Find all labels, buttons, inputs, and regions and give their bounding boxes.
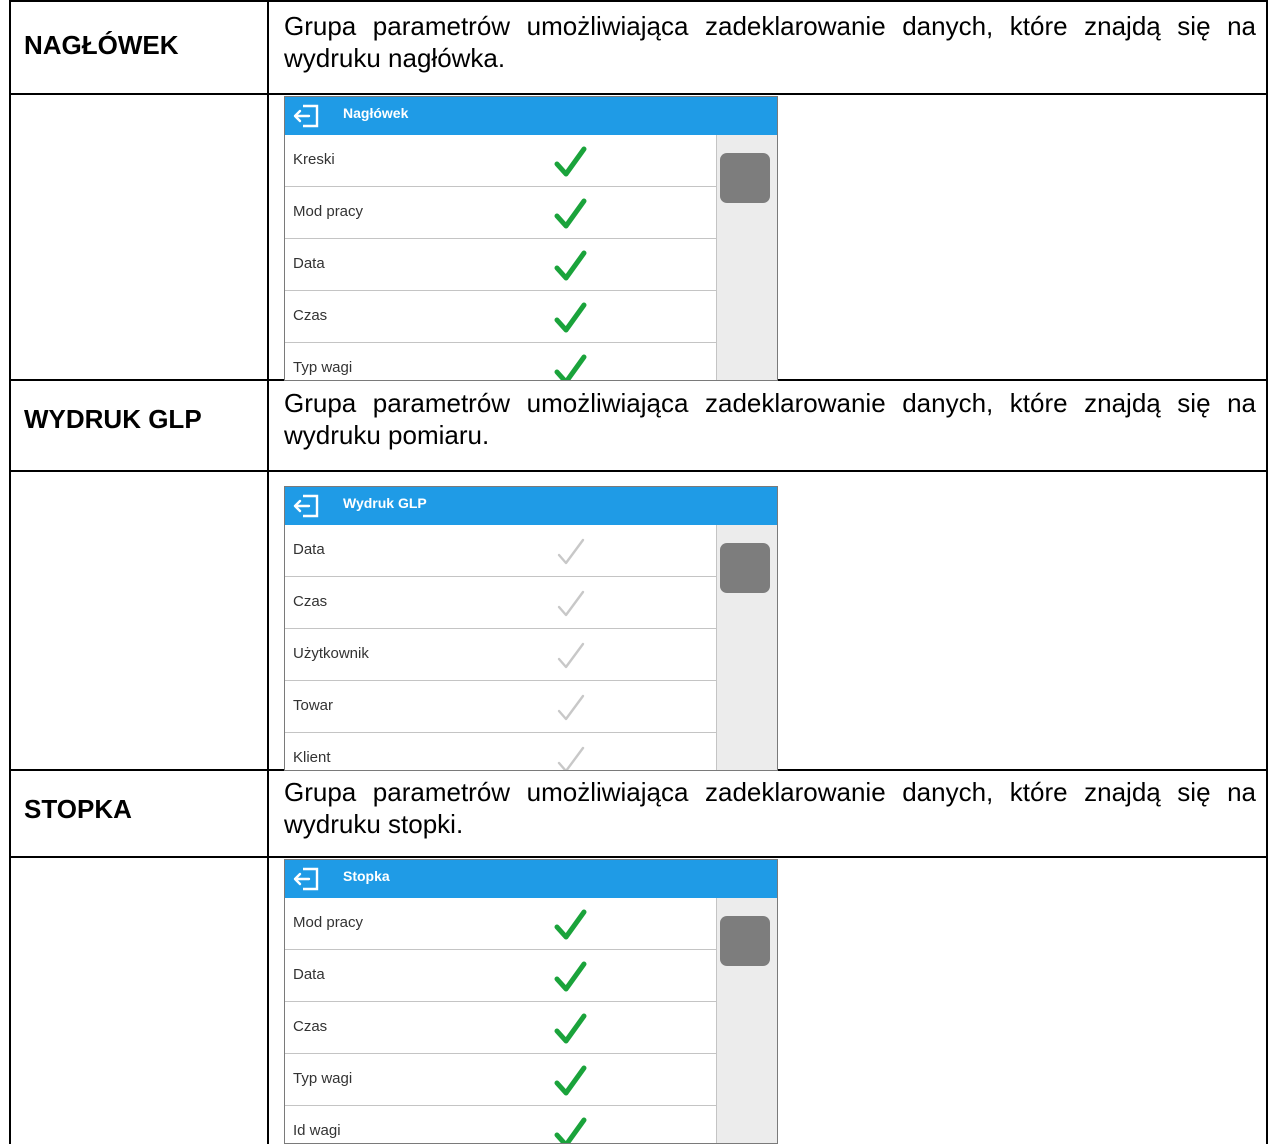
settings-row[interactable]: Typ wagi [285, 1054, 716, 1106]
scrollbar-thumb[interactable] [720, 153, 770, 203]
check-icon[interactable] [553, 587, 587, 621]
screen-naglowek: Nagłówek Kreski Mod pracy Data Czas Typ … [284, 96, 778, 381]
settings-row[interactable]: Klient [285, 733, 716, 771]
table-column-divider [267, 0, 269, 1144]
settings-row-label: Id wagi [293, 1122, 341, 1139]
settings-row[interactable]: Czas [285, 577, 716, 629]
settings-row[interactable]: Data [285, 950, 716, 1002]
settings-row-label: Użytkownik [293, 645, 369, 662]
check-icon[interactable] [553, 960, 587, 994]
settings-row[interactable]: Czas [285, 1002, 716, 1054]
settings-row-label: Data [293, 541, 325, 558]
check-icon[interactable] [553, 691, 587, 725]
settings-row-label: Czas [293, 1018, 328, 1035]
settings-row[interactable]: Mod pracy [285, 898, 716, 950]
settings-row-label: Typ wagi [293, 1070, 353, 1087]
section-label-naglowek: NAGŁÓWEK [24, 30, 179, 60]
check-icon[interactable] [553, 1064, 587, 1098]
settings-list: Kreski Mod pracy Data Czas Typ wagi [285, 135, 716, 381]
settings-row-label: Data [293, 966, 325, 983]
section-description-stopka: Grupa parametrów umożliwiająca zadeklaro… [284, 777, 1256, 839]
screen-titlebar: Nagłówek [285, 97, 777, 135]
section-label-wydruk-glp: WYDRUK GLP [24, 404, 202, 434]
settings-row-label: Data [293, 255, 325, 272]
table-row-divider [9, 856, 1268, 858]
screen-title: Stopka [343, 868, 390, 884]
settings-row[interactable]: Id wagi [285, 1106, 716, 1144]
screen-titlebar: Stopka [285, 860, 777, 898]
check-icon[interactable] [553, 301, 587, 335]
back-arrow-icon[interactable] [291, 493, 321, 519]
check-icon[interactable] [553, 197, 587, 231]
section-description-naglowek: Grupa parametrów umożliwiająca zadeklaro… [284, 11, 1256, 73]
settings-row[interactable]: Kreski [285, 135, 716, 187]
settings-row[interactable]: Mod pracy [285, 187, 716, 239]
settings-row-label: Mod pracy [293, 203, 364, 220]
table-border-left [9, 0, 11, 1144]
screen-stopka: Stopka Mod pracy Data Czas Typ wagi Id w… [284, 859, 778, 1144]
settings-row-label: Typ wagi [293, 359, 353, 376]
scrollbar-thumb[interactable] [720, 543, 770, 593]
check-icon[interactable] [553, 1116, 587, 1144]
check-icon[interactable] [553, 145, 587, 179]
scrollbar-thumb[interactable] [720, 916, 770, 966]
settings-row-label: Czas [293, 593, 328, 610]
section-label-stopka: STOPKA [24, 794, 132, 824]
back-arrow-icon[interactable] [291, 103, 321, 129]
settings-row[interactable]: Użytkownik [285, 629, 716, 681]
settings-row-label: Kreski [293, 151, 335, 168]
back-arrow-icon[interactable] [291, 866, 321, 892]
settings-row-label: Czas [293, 307, 328, 324]
settings-row[interactable]: Data [285, 239, 716, 291]
table-row-divider [9, 93, 1268, 95]
check-icon[interactable] [553, 1012, 587, 1046]
settings-row[interactable]: Data [285, 525, 716, 577]
settings-list: Mod pracy Data Czas Typ wagi Id wagi [285, 898, 716, 1144]
table-row-divider [9, 470, 1268, 472]
screen-wydruk-glp: Wydruk GLP Data Czas Użytkownik Towar Kl… [284, 486, 778, 771]
settings-row[interactable]: Towar [285, 681, 716, 733]
check-icon[interactable] [553, 639, 587, 673]
check-icon[interactable] [553, 743, 587, 771]
settings-list: Data Czas Użytkownik Towar Klient [285, 525, 716, 771]
settings-row[interactable]: Typ wagi [285, 343, 716, 381]
check-icon[interactable] [553, 353, 587, 381]
settings-row-label: Towar [293, 697, 334, 714]
check-icon[interactable] [553, 908, 587, 942]
settings-row-label: Klient [293, 749, 331, 766]
section-description-wydruk-glp: Grupa parametrów umożliwiająca zadeklaro… [284, 388, 1256, 450]
screen-title: Nagłówek [343, 105, 409, 121]
check-icon[interactable] [553, 535, 587, 569]
check-icon[interactable] [553, 249, 587, 283]
screen-title: Wydruk GLP [343, 495, 427, 511]
screen-titlebar: Wydruk GLP [285, 487, 777, 525]
table-border-top [9, 0, 1268, 2]
settings-row[interactable]: Czas [285, 291, 716, 343]
settings-row-label: Mod pracy [293, 914, 364, 931]
